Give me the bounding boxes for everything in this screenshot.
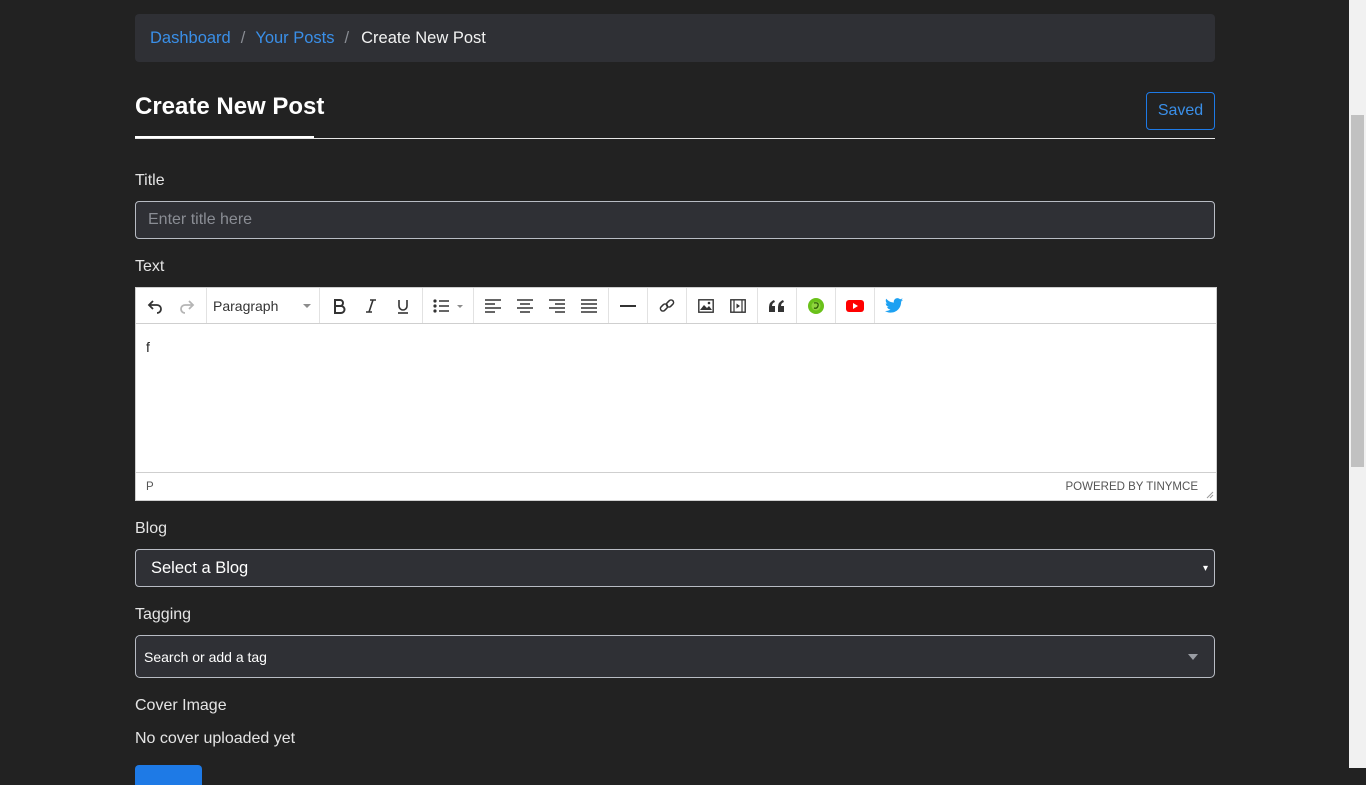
title-label: Title xyxy=(135,172,165,189)
chevron-down-icon: ▾ xyxy=(1202,562,1208,574)
redo-icon[interactable] xyxy=(171,289,203,323)
format-select[interactable]: Paragraph xyxy=(207,289,319,323)
page-title: Create New Post xyxy=(135,93,325,120)
editor-content-area[interactable]: f xyxy=(136,324,1216,472)
horizontal-rule-icon[interactable] xyxy=(612,289,644,323)
blog-select[interactable]: Select a Blog ▾ xyxy=(135,549,1215,587)
rich-text-editor: Paragraph f P POWERED BY TINYMCE xyxy=(135,287,1217,501)
breadcrumb-separator: / xyxy=(344,28,350,47)
blockquote-icon[interactable] xyxy=(761,289,793,323)
blog-select-value: Select a Blog xyxy=(151,558,249,577)
editor-toolbar: Paragraph xyxy=(136,288,1216,324)
breadcrumb-separator: / xyxy=(240,28,246,47)
bullet-list-icon[interactable] xyxy=(426,289,470,323)
title-input[interactable] xyxy=(135,201,1215,239)
format-select-value: Paragraph xyxy=(213,297,279,314)
saved-button[interactable]: Saved xyxy=(1146,92,1215,130)
blog-label: Blog xyxy=(135,520,168,537)
italic-icon[interactable] xyxy=(355,289,387,323)
link-icon[interactable] xyxy=(651,289,683,323)
scrollbar-thumb[interactable] xyxy=(1351,115,1364,467)
header-divider xyxy=(135,138,1215,139)
editor-content-text: f xyxy=(146,339,150,355)
underline-icon[interactable] xyxy=(387,289,419,323)
breadcrumb-dashboard-link[interactable]: Dashboard xyxy=(150,29,231,48)
breadcrumb-current: Create New Post xyxy=(361,28,486,47)
youtube-icon[interactable] xyxy=(839,289,871,323)
editor-statusbar: P POWERED BY TINYMCE xyxy=(136,472,1216,501)
resize-handle-icon[interactable] xyxy=(1204,489,1214,499)
cover-image-label: Cover Image xyxy=(135,697,227,714)
tinymce-branding-link[interactable]: POWERED BY TINYMCE xyxy=(1066,481,1199,493)
image-icon[interactable] xyxy=(690,289,722,323)
text-label: Text xyxy=(135,258,165,275)
media-icon[interactable] xyxy=(722,289,754,323)
align-left-icon[interactable] xyxy=(477,289,509,323)
tag-input[interactable]: Search or add a tag xyxy=(135,635,1215,678)
upload-cover-button[interactable] xyxy=(135,765,202,785)
element-path[interactable]: P xyxy=(146,481,154,493)
bold-icon[interactable] xyxy=(323,289,355,323)
align-justify-icon[interactable] xyxy=(573,289,605,323)
breadcrumb: Dashboard / Your Posts / Create New Post xyxy=(135,14,1215,62)
breadcrumb-your-posts-link[interactable]: Your Posts xyxy=(255,29,334,48)
twitter-icon[interactable] xyxy=(878,289,910,323)
giphy-icon[interactable] xyxy=(800,289,832,323)
tag-input-placeholder: Search or add a tag xyxy=(144,648,267,665)
align-center-icon[interactable] xyxy=(509,289,541,323)
chevron-down-icon xyxy=(303,303,311,308)
cover-status-text: No cover uploaded yet xyxy=(135,730,296,747)
align-right-icon[interactable] xyxy=(541,289,573,323)
undo-icon[interactable] xyxy=(139,289,171,323)
tagging-label: Tagging xyxy=(135,606,192,623)
chevron-down-icon xyxy=(1188,653,1198,660)
